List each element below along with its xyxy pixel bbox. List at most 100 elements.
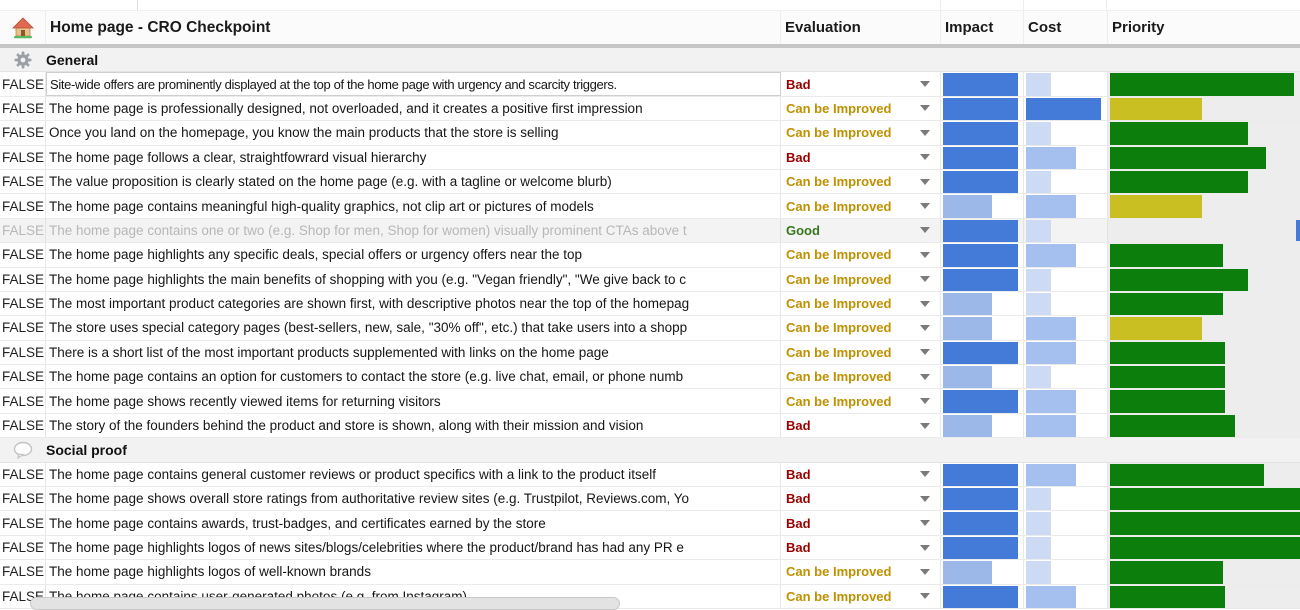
chevron-down-icon[interactable] [920, 349, 930, 355]
checkpoint-text-cell[interactable]: The home page shows recently viewed item… [46, 389, 781, 412]
cost-cell[interactable] [1024, 341, 1108, 364]
cost-cell[interactable] [1024, 511, 1108, 534]
evaluation-dropdown[interactable]: Can be Improved [781, 292, 941, 315]
priority-cell[interactable] [1108, 560, 1300, 583]
priority-cell[interactable] [1108, 463, 1300, 486]
priority-cell[interactable] [1108, 316, 1300, 339]
chevron-down-icon[interactable] [920, 105, 930, 111]
cost-cell[interactable] [1024, 487, 1108, 510]
cost-cell[interactable] [1024, 194, 1108, 217]
evaluation-dropdown[interactable]: Can be Improved [781, 194, 941, 217]
priority-cell[interactable] [1108, 194, 1300, 217]
cost-cell[interactable] [1024, 268, 1108, 291]
chevron-down-icon[interactable] [920, 325, 930, 331]
checkbox-cell[interactable]: FALSE [0, 511, 46, 534]
evaluation-dropdown[interactable]: Can be Improved [781, 585, 941, 608]
impact-cell[interactable] [941, 585, 1024, 608]
chevron-down-icon[interactable] [920, 545, 930, 551]
impact-cell[interactable] [941, 536, 1024, 559]
priority-cell[interactable] [1108, 170, 1300, 193]
section-header-row[interactable]: Social proof [0, 438, 1300, 462]
chevron-down-icon[interactable] [920, 569, 930, 575]
impact-cell[interactable] [941, 292, 1024, 315]
checkpoint-text-cell[interactable]: There is a short list of the most import… [46, 341, 781, 364]
checkbox-cell[interactable]: FALSE [0, 316, 46, 339]
evaluation-dropdown[interactable]: Can be Improved [781, 170, 941, 193]
priority-cell[interactable] [1108, 585, 1300, 608]
checkpoint-text-cell[interactable]: The home page is professionally designed… [46, 97, 781, 120]
column-header-impact[interactable]: Impact [941, 11, 1024, 44]
checkbox-cell[interactable]: FALSE [0, 341, 46, 364]
evaluation-dropdown[interactable]: Bad [781, 72, 941, 95]
impact-cell[interactable] [941, 121, 1024, 144]
sheet-title-cell[interactable]: Home page - CRO Checkpoint [46, 11, 781, 44]
chevron-down-icon[interactable] [920, 130, 930, 136]
cost-cell[interactable] [1024, 389, 1108, 412]
evaluation-dropdown[interactable]: Bad [781, 511, 941, 534]
column-header-priority[interactable]: Priority [1108, 11, 1300, 44]
priority-cell[interactable] [1108, 341, 1300, 364]
impact-cell[interactable] [941, 414, 1024, 437]
cost-cell[interactable] [1024, 97, 1108, 120]
checkbox-cell[interactable]: FALSE [0, 268, 46, 291]
evaluation-dropdown[interactable]: Bad [781, 414, 941, 437]
checkpoint-text-cell[interactable]: The home page shows overall store rating… [46, 487, 781, 510]
checkpoint-text-cell[interactable]: The home page follows a clear, straightf… [46, 146, 781, 169]
evaluation-dropdown[interactable]: Good [781, 219, 941, 242]
chevron-down-icon[interactable] [920, 374, 930, 380]
checkbox-cell[interactable]: FALSE [0, 389, 46, 412]
checkbox-cell[interactable]: FALSE [0, 487, 46, 510]
column-header-cost[interactable]: Cost [1024, 11, 1108, 44]
cost-cell[interactable] [1024, 585, 1108, 608]
cost-cell[interactable] [1024, 536, 1108, 559]
evaluation-dropdown[interactable]: Can be Improved [781, 316, 941, 339]
checkbox-cell[interactable]: FALSE [0, 414, 46, 437]
evaluation-dropdown[interactable]: Can be Improved [781, 121, 941, 144]
checkpoint-text-cell[interactable]: The store uses special category pages (b… [46, 316, 781, 339]
priority-cell[interactable] [1108, 414, 1300, 437]
checkpoint-text-cell[interactable]: The value proposition is clearly stated … [46, 170, 781, 193]
impact-cell[interactable] [941, 170, 1024, 193]
checkbox-cell[interactable]: FALSE [0, 365, 46, 388]
cost-cell[interactable] [1024, 170, 1108, 193]
cost-cell[interactable] [1024, 463, 1108, 486]
section-header-row[interactable]: General [0, 48, 1300, 72]
priority-cell[interactable] [1108, 97, 1300, 120]
evaluation-dropdown[interactable]: Can be Improved [781, 365, 941, 388]
cost-cell[interactable] [1024, 292, 1108, 315]
evaluation-dropdown[interactable]: Bad [781, 487, 941, 510]
checkbox-cell[interactable]: FALSE [0, 194, 46, 217]
impact-cell[interactable] [941, 219, 1024, 242]
checkbox-cell[interactable]: FALSE [0, 219, 46, 242]
evaluation-dropdown[interactable]: Can be Improved [781, 341, 941, 364]
checkbox-cell[interactable]: FALSE [0, 170, 46, 193]
chevron-down-icon[interactable] [920, 423, 930, 429]
priority-cell[interactable] [1108, 389, 1300, 412]
impact-cell[interactable] [941, 463, 1024, 486]
impact-cell[interactable] [941, 316, 1024, 339]
impact-cell[interactable] [941, 72, 1024, 95]
chevron-down-icon[interactable] [920, 227, 930, 233]
priority-cell[interactable] [1108, 268, 1300, 291]
cost-cell[interactable] [1024, 365, 1108, 388]
checkpoint-text-cell[interactable]: The home page contains awards, trust-bad… [46, 511, 781, 534]
impact-cell[interactable] [941, 97, 1024, 120]
impact-cell[interactable] [941, 487, 1024, 510]
checkpoint-text-cell[interactable]: The home page highlights the main benefi… [46, 268, 781, 291]
checkbox-cell[interactable]: FALSE [0, 536, 46, 559]
column-header-evaluation[interactable]: Evaluation [781, 11, 941, 44]
checkbox-cell[interactable]: FALSE [0, 121, 46, 144]
cost-cell[interactable] [1024, 316, 1108, 339]
chevron-down-icon[interactable] [920, 179, 930, 185]
priority-cell[interactable] [1108, 511, 1300, 534]
chevron-down-icon[interactable] [920, 398, 930, 404]
checkpoint-text-cell[interactable]: The home page highlights any specific de… [46, 243, 781, 266]
chevron-down-icon[interactable] [920, 301, 930, 307]
checkpoint-text-cell[interactable]: The home page contains meaningful high-q… [46, 194, 781, 217]
evaluation-dropdown[interactable]: Can be Improved [781, 560, 941, 583]
evaluation-dropdown[interactable]: Bad [781, 463, 941, 486]
impact-cell[interactable] [941, 560, 1024, 583]
checkpoint-text-cell[interactable]: The story of the founders behind the pro… [46, 414, 781, 437]
priority-cell[interactable] [1108, 243, 1300, 266]
checkbox-cell[interactable]: FALSE [0, 560, 46, 583]
